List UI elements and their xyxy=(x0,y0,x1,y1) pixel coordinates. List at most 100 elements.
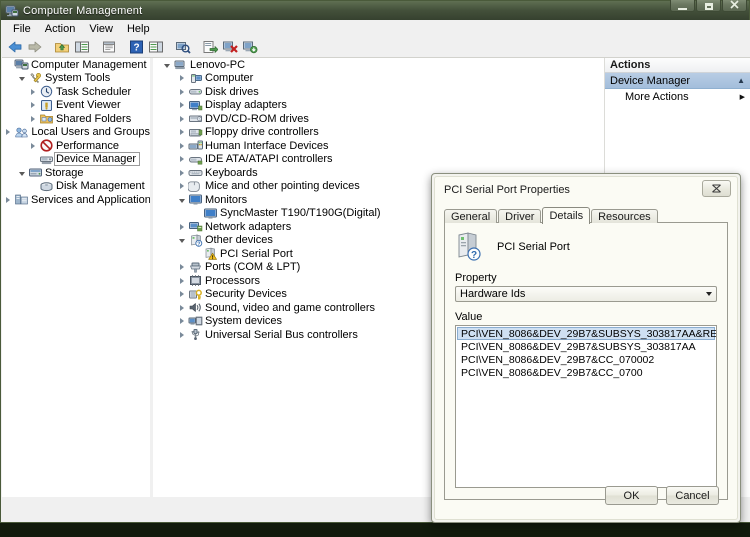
console-tree-item[interactable]: Computer Management (Local xyxy=(2,58,150,72)
device-tree-item[interactable]: Floppy drive controllers xyxy=(153,126,604,140)
expander-expanded-icon[interactable] xyxy=(161,59,172,70)
property-dropdown[interactable]: Hardware Ids xyxy=(455,286,717,302)
properties-icon[interactable] xyxy=(99,38,119,57)
device-tree-item[interactable]: Disk drives xyxy=(153,85,604,99)
device-tree-item[interactable]: Lenovo-PC xyxy=(153,58,604,72)
pci-serial-port-properties-dialog[interactable]: PCI Serial Port Properties General Driver… xyxy=(431,173,741,523)
menu-action[interactable]: Action xyxy=(38,22,83,36)
floppy-controller-icon xyxy=(187,126,203,139)
other-devices-icon: ? xyxy=(187,234,203,247)
monitor-icon xyxy=(202,207,218,220)
dialog-close-button[interactable] xyxy=(702,180,731,197)
dialog-button-bar: OK Cancel xyxy=(453,484,719,505)
show-hide-action-pane-icon[interactable] xyxy=(146,38,166,57)
menu-file[interactable]: File xyxy=(6,22,38,36)
scan-for-hardware-changes-icon[interactable] xyxy=(173,38,193,57)
menu-bar[interactable]: File Action View Help xyxy=(2,20,750,37)
expander-expanded-icon[interactable] xyxy=(176,235,187,246)
expander-collapsed-icon[interactable] xyxy=(176,289,187,300)
expander-collapsed-icon[interactable] xyxy=(176,154,187,165)
expander-collapsed-icon[interactable] xyxy=(176,275,187,286)
forward-icon[interactable] xyxy=(25,38,45,57)
collapse-chevron-up-icon[interactable]: ▲ xyxy=(737,76,745,85)
console-tree-item[interactable]: Device Manager xyxy=(2,152,150,167)
close-button[interactable] xyxy=(722,0,747,12)
value-listbox[interactable]: PCI\VEN_8086&DEV_29B7&SUBSYS_303817AA&RE… xyxy=(455,325,717,488)
console-tree-pane[interactable]: Computer Management (LocalSystem ToolsTa… xyxy=(2,58,150,497)
expander-collapsed-icon[interactable] xyxy=(176,181,187,192)
disable-device-icon[interactable] xyxy=(240,38,260,57)
expander-collapsed-icon[interactable] xyxy=(176,316,187,327)
expander-collapsed-icon[interactable] xyxy=(2,127,13,138)
value-list-item[interactable]: PCI\VEN_8086&DEV_29B7&SUBSYS_303817AA&RE… xyxy=(457,327,716,340)
console-tree-item[interactable]: Task Scheduler xyxy=(2,85,150,99)
console-tree-item[interactable]: Services and Applications xyxy=(2,193,150,207)
console-tree-item[interactable]: Shared Folders xyxy=(2,112,150,126)
expander-collapsed-icon[interactable] xyxy=(176,167,187,178)
minimize-button[interactable] xyxy=(670,0,695,12)
console-tree-item[interactable]: Event Viewer xyxy=(2,99,150,113)
dialog-tabstrip[interactable]: General Driver Details Resources xyxy=(444,207,728,224)
tab-details[interactable]: Details xyxy=(542,207,591,224)
device-tree-item-label: Human Interface Devices xyxy=(205,139,329,152)
update-driver-icon[interactable] xyxy=(200,38,220,57)
menu-help[interactable]: Help xyxy=(120,22,157,36)
device-tree-item-label: Mice and other pointing devices xyxy=(205,180,360,193)
device-tree-item-label: PCI Serial Port xyxy=(220,247,293,260)
console-tree-item[interactable]: Storage xyxy=(2,166,150,180)
tab-resources[interactable]: Resources xyxy=(591,209,658,223)
expander-collapsed-icon[interactable] xyxy=(176,73,187,84)
cancel-button[interactable]: Cancel xyxy=(666,486,719,505)
show-hide-console-tree-icon[interactable] xyxy=(72,38,92,57)
expander-collapsed-icon[interactable] xyxy=(176,262,187,273)
console-tree-item-label: Event Viewer xyxy=(56,99,121,112)
expander-collapsed-icon[interactable] xyxy=(176,221,187,232)
expander-collapsed-icon[interactable] xyxy=(27,140,38,151)
device-tree-item[interactable]: Human Interface Devices xyxy=(153,139,604,153)
window-controls[interactable] xyxy=(670,0,747,12)
action-item-more-actions[interactable]: More Actions ▶ xyxy=(605,89,750,105)
device-tree-item-label: Computer xyxy=(205,72,254,85)
maximize-button[interactable] xyxy=(696,0,721,12)
expander-collapsed-icon[interactable] xyxy=(176,140,187,151)
expander-expanded-icon[interactable] xyxy=(16,73,27,84)
console-tree-item[interactable]: Local Users and Groups xyxy=(2,126,150,140)
console-tree-item[interactable]: System Tools xyxy=(2,72,150,86)
keyboard-icon xyxy=(187,166,203,179)
expander-expanded-icon[interactable] xyxy=(16,167,27,178)
value-list-item[interactable]: PCI\VEN_8086&DEV_29B7&SUBSYS_303817AA xyxy=(457,340,715,353)
menu-view[interactable]: View xyxy=(82,22,120,36)
console-tree-item[interactable]: Disk Management xyxy=(2,180,150,194)
toolbar[interactable]: ? xyxy=(2,37,750,58)
help-icon[interactable]: ? xyxy=(126,38,146,57)
actions-group-device-manager[interactable]: Device Manager ▲ xyxy=(605,73,750,89)
uninstall-device-icon[interactable] xyxy=(220,38,240,57)
expander-collapsed-icon[interactable] xyxy=(176,100,187,111)
back-icon[interactable] xyxy=(5,38,25,57)
value-list-item[interactable]: PCI\VEN_8086&DEV_29B7&CC_070002 xyxy=(457,353,715,366)
ok-button[interactable]: OK xyxy=(605,486,658,505)
expander-collapsed-icon[interactable] xyxy=(176,113,187,124)
expander-expanded-icon[interactable] xyxy=(176,194,187,205)
tab-driver[interactable]: Driver xyxy=(498,209,542,223)
device-tree-item[interactable]: Computer xyxy=(153,72,604,86)
dialog-titlebar[interactable]: PCI Serial Port Properties xyxy=(435,177,737,203)
tab-general[interactable]: General xyxy=(444,209,498,223)
expander-collapsed-icon[interactable] xyxy=(176,127,187,138)
expander-collapsed-icon[interactable] xyxy=(176,329,187,340)
console-tree-item[interactable]: Performance xyxy=(2,139,150,153)
chevron-down-icon[interactable] xyxy=(706,292,712,296)
device-tree-item[interactable]: Display adapters xyxy=(153,99,604,113)
up-one-level-icon[interactable] xyxy=(52,38,72,57)
window-titlebar[interactable]: Computer Management xyxy=(1,0,749,20)
console-tree[interactable]: Computer Management (LocalSystem ToolsTa… xyxy=(2,58,150,207)
device-tree-item[interactable]: DVD/CD-ROM drives xyxy=(153,112,604,126)
value-list-item[interactable]: PCI\VEN_8086&DEV_29B7&CC_0700 xyxy=(457,366,715,379)
expander-collapsed-icon[interactable] xyxy=(2,194,13,205)
device-tree-item[interactable]: IDE ATA/ATAPI controllers xyxy=(153,153,604,167)
expander-collapsed-icon[interactable] xyxy=(27,100,38,111)
expander-collapsed-icon[interactable] xyxy=(176,302,187,313)
expander-collapsed-icon[interactable] xyxy=(176,86,187,97)
expander-collapsed-icon[interactable] xyxy=(27,113,38,124)
expander-collapsed-icon[interactable] xyxy=(27,86,38,97)
